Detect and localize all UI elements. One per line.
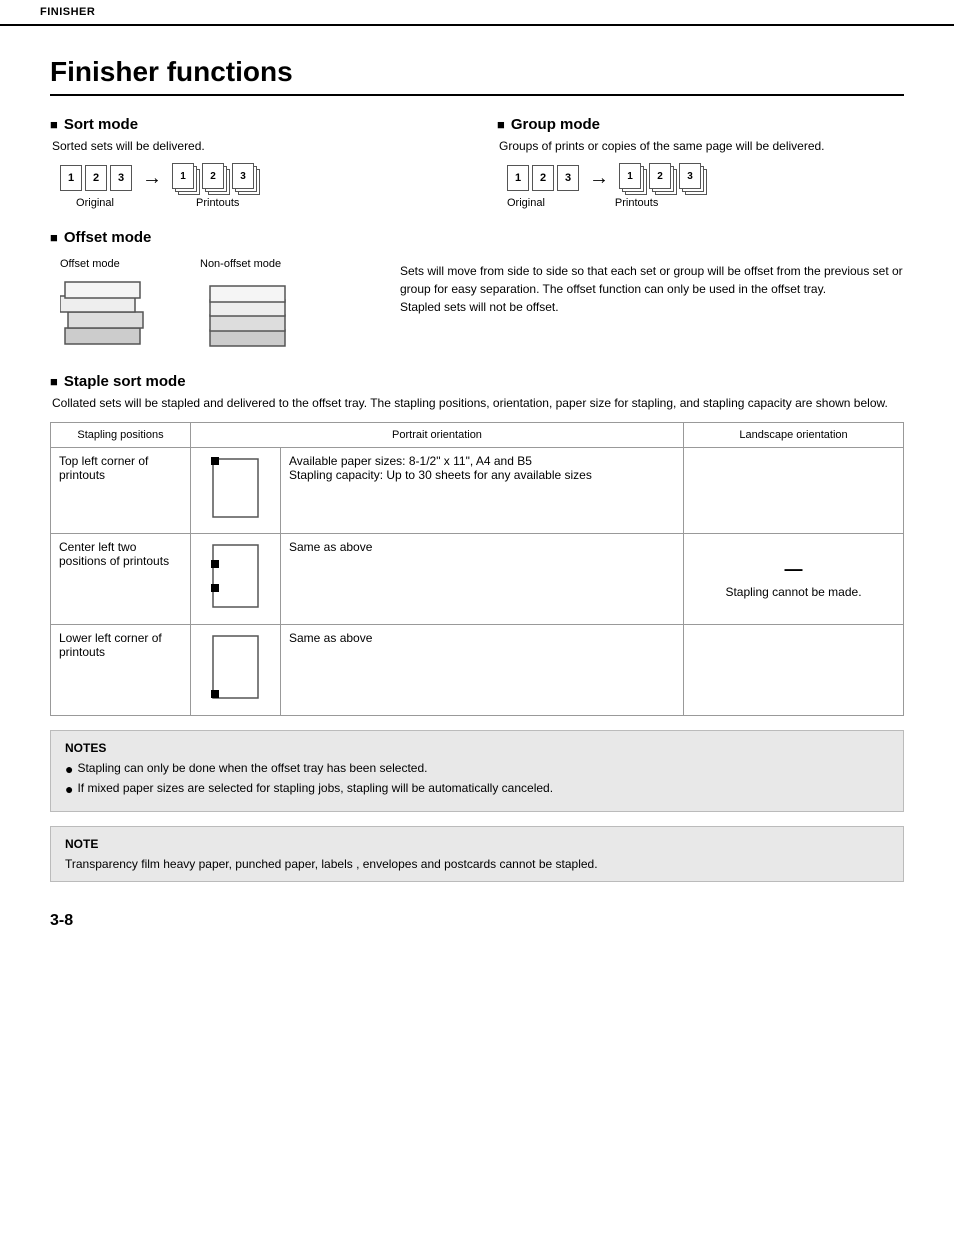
original-pages: 1 2 3 — [60, 165, 132, 191]
col-header-portrait: Portrait orientation — [191, 423, 684, 448]
notes-item-2: ● If mixed paper sizes are selected for … — [65, 781, 889, 798]
staple-sort-section: Staple sort mode Collated sets will be s… — [50, 373, 904, 882]
group-arrow: → — [589, 167, 609, 190]
offset-right-col: Sets will move from side to side so that… — [400, 252, 904, 353]
group-mode-section: Group mode Groups of prints or copies of… — [497, 116, 904, 209]
portrait-desc-cell-1: Available paper sizes: 8-1/2" x 11", A4 … — [281, 448, 684, 534]
bullet-1: ● — [65, 761, 73, 778]
offset-two-col: Offset mode Non-offset mode — [50, 252, 904, 353]
sort-mode-heading: Sort mode — [50, 116, 457, 133]
header-label: FINISHER — [40, 6, 95, 18]
landscape-cannot-text: Stapling cannot be made. — [725, 585, 861, 599]
offset-diagrams: Offset mode Non-offset mode — [60, 258, 370, 353]
table-row: Center left two positions of printouts S… — [51, 534, 904, 625]
sort-mode-diagram: 1 2 3 → 1 1 1 2 2 2 — [60, 163, 457, 193]
portrait-svg-1 — [208, 454, 263, 524]
top-two-col: Sort mode Sorted sets will be delivered.… — [50, 116, 904, 209]
group-stack-2: 2 2 2 — [649, 163, 677, 193]
offset-left-col: Offset mode Non-offset mode — [50, 252, 370, 353]
note-title: NOTE — [65, 837, 889, 851]
offset-stack-svg — [60, 278, 160, 353]
notes-text-2: If mixed paper sizes are selected for st… — [77, 781, 553, 795]
position-cell-1: Top left corner of printouts — [51, 448, 191, 534]
landscape-dash: — — [785, 559, 803, 579]
staple-table: Stapling positions Portrait orientation … — [50, 422, 904, 716]
portrait-diagram-cell-2 — [191, 534, 281, 625]
group-printouts-label: Printouts — [615, 197, 658, 209]
offset-mode-heading: Offset mode — [50, 229, 904, 246]
group-mode-heading: Group mode — [497, 116, 904, 133]
notes-item-1: ● Stapling can only be done when the off… — [65, 761, 889, 778]
page-1: 1 — [60, 165, 82, 191]
notes-text-1: Stapling can only be done when the offse… — [77, 761, 427, 775]
page-content: Finisher functions Sort mode Sorted sets… — [0, 26, 954, 970]
col-header-landscape: Landscape orientation — [684, 423, 904, 448]
group-printout-stacks: 1 1 1 2 2 2 3 3 3 — [619, 163, 707, 193]
sort-mode-section: Sort mode Sorted sets will be delivered.… — [50, 116, 457, 209]
group-mode-desc: Groups of prints or copies of the same p… — [499, 139, 904, 153]
group-page-3: 3 — [557, 165, 579, 191]
non-offset-mode-label: Non-offset mode — [200, 258, 281, 270]
page-2: 2 — [85, 165, 107, 191]
portrait-svg-2 — [208, 540, 263, 615]
bullet-2: ● — [65, 781, 73, 798]
stack-2: 2 2 2 — [202, 163, 230, 193]
non-offset-mode-item: Non-offset mode — [200, 258, 300, 353]
group-page-1: 1 — [507, 165, 529, 191]
portrait-svg-3 — [208, 631, 263, 706]
non-offset-stack-svg — [200, 278, 300, 353]
offset-mode-label: Offset mode — [60, 258, 120, 270]
landscape-cell-2: — Stapling cannot be made. — [684, 534, 904, 625]
group-stack-3: 3 3 3 — [679, 163, 707, 193]
top-bar: FINISHER — [0, 0, 954, 26]
page-title: Finisher functions — [50, 56, 904, 96]
offset-desc: Sets will move from side to side so that… — [400, 262, 904, 316]
notes-box: NOTES ● Stapling can only be done when t… — [50, 730, 904, 812]
table-header-row: Stapling positions Portrait orientation … — [51, 423, 904, 448]
note-box: NOTE Transparency film heavy paper, punc… — [50, 826, 904, 882]
group-stack-1: 1 1 1 — [619, 163, 647, 193]
page-number: 3-8 — [50, 912, 904, 930]
note-text: Transparency film heavy paper, punched p… — [65, 857, 889, 871]
stack-1: 1 1 1 — [172, 163, 200, 193]
position-cell-2: Center left two positions of printouts — [51, 534, 191, 625]
sort-printout-stacks: 1 1 1 2 2 2 3 3 3 — [172, 163, 260, 193]
offset-mode-section: Offset mode Offset mode — [50, 229, 904, 353]
portrait-diagram-cell-1 — [191, 448, 281, 534]
col-header-positions: Stapling positions — [51, 423, 191, 448]
portrait-desc-cell-3: Same as above — [281, 625, 684, 716]
table-row: Top left corner of printouts Available p… — [51, 448, 904, 534]
landscape-cell-3 — [684, 625, 904, 716]
landscape-cell-1 — [684, 448, 904, 534]
notes-title: NOTES — [65, 741, 889, 755]
page-3: 3 — [110, 165, 132, 191]
sort-printouts-label: Printouts — [196, 197, 239, 209]
group-mode-diagram: 1 2 3 → 1 1 1 2 2 2 — [507, 163, 904, 193]
group-original-pages: 1 2 3 — [507, 165, 579, 191]
sort-original-label: Original — [60, 197, 130, 209]
group-original-label: Original — [507, 197, 545, 209]
position-cell-3: Lower left corner of printouts — [51, 625, 191, 716]
stack-3: 3 3 3 — [232, 163, 260, 193]
table-row: Lower left corner of printouts Same as a… — [51, 625, 904, 716]
portrait-diagram-cell-3 — [191, 625, 281, 716]
sort-mode-desc: Sorted sets will be delivered. — [52, 139, 457, 153]
sort-diagram-labels: Original Printouts — [60, 197, 457, 209]
group-diagram-labels: Original Printouts — [507, 197, 904, 209]
sort-arrow: → — [142, 167, 162, 190]
offset-mode-item: Offset mode — [60, 258, 160, 353]
group-page-2: 2 — [532, 165, 554, 191]
portrait-desc-cell-2: Same as above — [281, 534, 684, 625]
staple-sort-heading: Staple sort mode — [50, 373, 904, 390]
staple-sort-desc: Collated sets will be stapled and delive… — [52, 396, 904, 410]
